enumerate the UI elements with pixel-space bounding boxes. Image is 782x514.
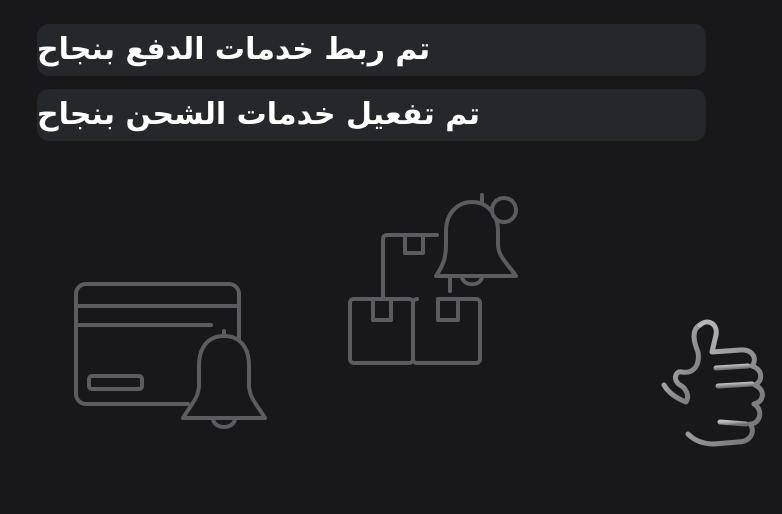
thumbs-up-icon: [661, 319, 765, 447]
